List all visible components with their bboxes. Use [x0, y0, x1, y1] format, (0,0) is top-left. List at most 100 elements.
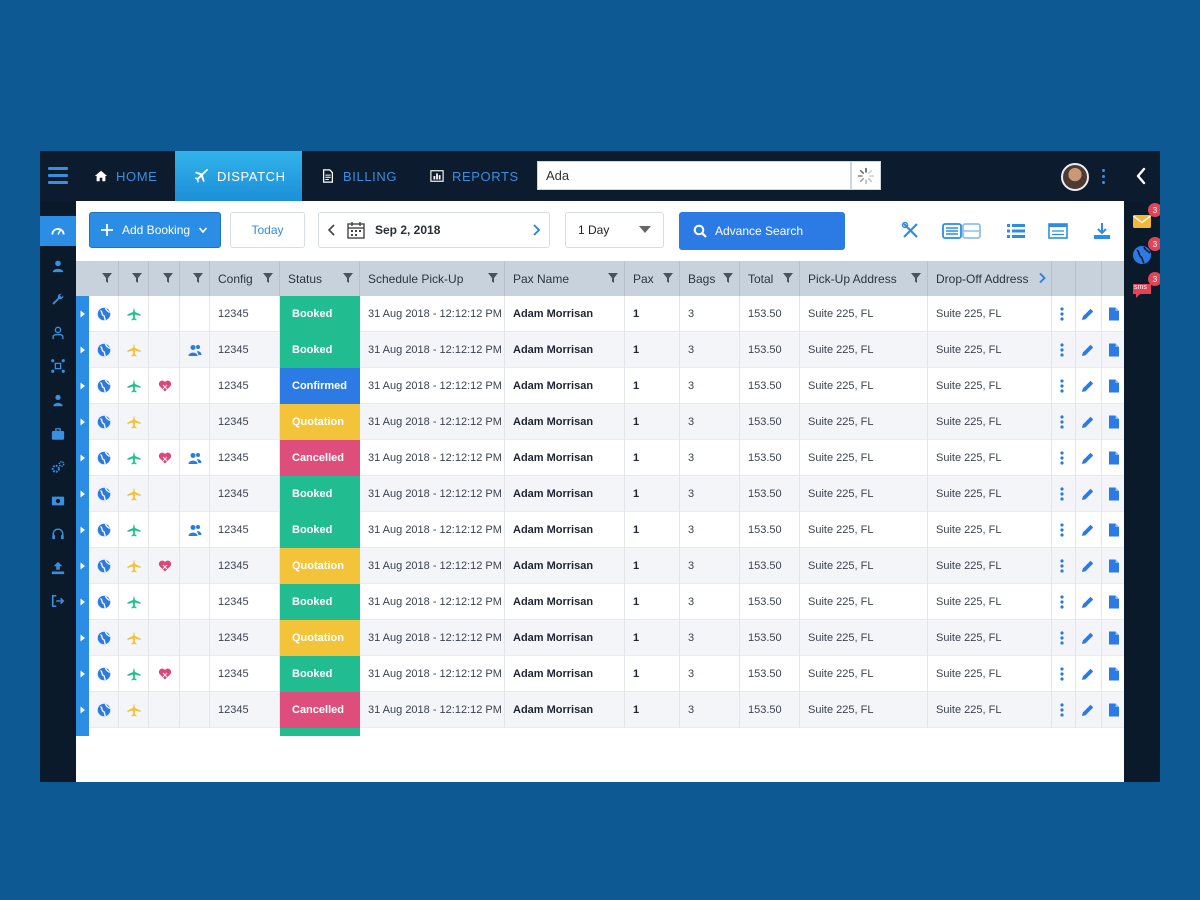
kebab-menu-icon[interactable] [1060, 523, 1074, 537]
row-expand-caret-icon[interactable] [76, 584, 89, 620]
column-total[interactable]: Total [740, 261, 800, 296]
sidebar-item-network[interactable] [40, 351, 76, 381]
pencil-edit-icon[interactable] [1081, 343, 1095, 357]
split-view-icon[interactable] [942, 221, 982, 241]
sidebar-item-upload[interactable] [40, 553, 76, 583]
list-view-icon[interactable] [1006, 221, 1026, 241]
pencil-edit-icon[interactable] [1081, 487, 1095, 501]
kebab-menu-icon[interactable] [1060, 487, 1074, 501]
tools-icon[interactable] [901, 221, 921, 241]
document-icon[interactable] [1107, 703, 1121, 717]
column-dropoff-address[interactable]: Drop-Off Address [928, 261, 1052, 296]
column-pax-name[interactable]: Pax Name [505, 261, 625, 296]
global-search-input[interactable]: Ada [537, 161, 851, 190]
filter-icon[interactable] [263, 273, 273, 283]
download-icon[interactable] [1092, 221, 1112, 241]
table-row[interactable]: 12345 Cancelled 31 Aug 2018 - 12:12:12 P… [76, 440, 1124, 476]
kebab-menu-icon[interactable] [1060, 379, 1074, 393]
document-icon[interactable] [1107, 667, 1121, 681]
row-expand-caret-icon[interactable] [76, 404, 89, 440]
sidebar-item-settings[interactable] [40, 452, 76, 482]
table-row[interactable]: 12345 Booked 31 Aug 2018 - 12:12:12 PM A… [76, 476, 1124, 512]
row-expand-caret-icon[interactable] [76, 368, 89, 404]
sms-notification[interactable]: sms 3 [1132, 272, 1160, 302]
pencil-edit-icon[interactable] [1081, 523, 1095, 537]
document-icon[interactable] [1107, 559, 1121, 573]
filter-icon[interactable] [102, 273, 112, 283]
column-schedule-pickup[interactable]: Schedule Pick-Up [360, 261, 505, 296]
table-row[interactable]: 12345 Booked 31 Aug 2018 - 12:12:12 PM A… [76, 332, 1124, 368]
user-avatar[interactable] [1061, 163, 1089, 191]
filter-icon[interactable] [132, 273, 142, 283]
document-icon[interactable] [1107, 343, 1121, 357]
tab-reports[interactable]: REPORTS [430, 151, 530, 201]
pencil-edit-icon[interactable] [1081, 667, 1095, 681]
pencil-edit-icon[interactable] [1081, 559, 1095, 573]
sidebar-item-tools[interactable] [40, 284, 76, 314]
filter-col-4[interactable] [180, 261, 210, 296]
column-status[interactable]: Status [280, 261, 360, 296]
chevron-left-icon[interactable] [327, 223, 337, 237]
column-bags[interactable]: Bags [680, 261, 740, 296]
kebab-menu-icon[interactable] [1060, 451, 1074, 465]
kebab-menu-icon[interactable] [1060, 307, 1074, 321]
document-icon[interactable] [1107, 523, 1121, 537]
document-icon[interactable] [1107, 595, 1121, 609]
filter-icon[interactable] [911, 273, 921, 283]
sidebar-item-logout[interactable] [40, 586, 76, 616]
row-expand-caret-icon[interactable] [76, 548, 89, 584]
advance-search-button[interactable]: Advance Search [679, 212, 845, 250]
tab-billing[interactable]: BILLING [321, 151, 411, 201]
pencil-edit-icon[interactable] [1081, 595, 1095, 609]
sidebar-item-user[interactable] [40, 251, 76, 281]
kebab-menu-icon[interactable] [1060, 559, 1074, 573]
card-view-icon[interactable] [1048, 221, 1068, 241]
sidebar-item-support[interactable] [40, 519, 76, 549]
more-options-icon[interactable] [1101, 169, 1107, 185]
kebab-menu-icon[interactable] [1060, 595, 1074, 609]
table-row[interactable]: 12345 Booked 31 Aug 2018 - 12:12:12 PM A… [76, 656, 1124, 692]
filter-icon[interactable] [783, 273, 793, 283]
kebab-menu-icon[interactable] [1060, 703, 1074, 717]
table-row[interactable]: 12345 Cancelled 31 Aug 2018 - 12:12:12 P… [76, 692, 1124, 728]
table-row[interactable]: 12345 Quotation 31 Aug 2018 - 12:12:12 P… [76, 548, 1124, 584]
add-booking-button[interactable]: Add Booking [89, 212, 221, 248]
table-row[interactable]: 12345 Booked 31 Aug 2018 - 12:12:12 PM A… [76, 584, 1124, 620]
sidebar-item-agent[interactable] [40, 385, 76, 415]
globe-notification[interactable]: 3 [1132, 237, 1160, 267]
filter-icon[interactable] [608, 273, 618, 283]
row-expand-caret-icon[interactable] [76, 332, 89, 368]
document-icon[interactable] [1107, 451, 1121, 465]
filter-icon[interactable] [193, 273, 203, 283]
column-pax[interactable]: Pax [625, 261, 680, 296]
tab-dispatch[interactable]: DISPATCH [175, 151, 302, 201]
pencil-edit-icon[interactable] [1081, 415, 1095, 429]
mail-notification[interactable]: 3 [1132, 203, 1160, 233]
filter-col-2[interactable] [119, 261, 149, 296]
kebab-menu-icon[interactable] [1060, 343, 1074, 357]
tab-home[interactable]: HOME [94, 151, 174, 201]
pencil-edit-icon[interactable] [1081, 703, 1095, 717]
document-icon[interactable] [1107, 415, 1121, 429]
column-config[interactable]: Config [210, 261, 280, 296]
row-expand-caret-icon[interactable] [76, 512, 89, 548]
filter-icon[interactable] [488, 273, 498, 283]
row-expand-caret-icon[interactable] [76, 692, 89, 728]
kebab-menu-icon[interactable] [1060, 415, 1074, 429]
filter-icon[interactable] [163, 273, 173, 283]
table-row[interactable]: 12345 Confirmed 31 Aug 2018 - 12:12:12 P… [76, 368, 1124, 404]
row-expand-caret-icon[interactable] [76, 476, 89, 512]
row-expand-caret-icon[interactable] [76, 656, 89, 692]
kebab-menu-icon[interactable] [1060, 667, 1074, 681]
document-icon[interactable] [1107, 379, 1121, 393]
chevron-right-icon[interactable] [1037, 273, 1047, 283]
table-row[interactable]: 12345 Booked 31 Aug 2018 - 12:12:12 PM A… [76, 512, 1124, 548]
filter-col-3[interactable] [149, 261, 180, 296]
sidebar-item-driver[interactable] [40, 318, 76, 348]
range-select[interactable]: 1 Day [565, 212, 664, 248]
pencil-edit-icon[interactable] [1081, 451, 1095, 465]
chevron-left-icon[interactable] [1134, 166, 1148, 186]
chevron-right-icon[interactable] [531, 223, 541, 237]
date-picker[interactable]: Sep 2, 2018 [318, 212, 550, 248]
document-icon[interactable] [1107, 631, 1121, 645]
